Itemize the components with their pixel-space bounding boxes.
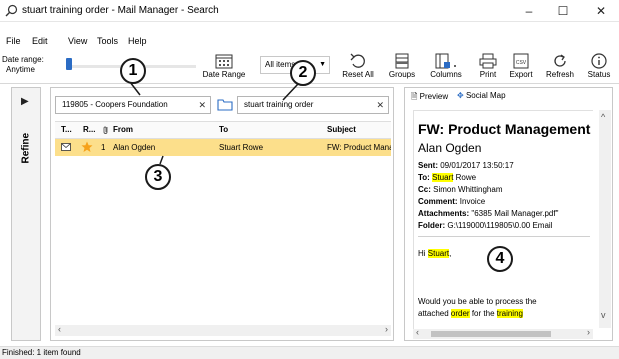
callout-pointers <box>129 81 299 165</box>
callout-3: 3 <box>145 164 171 190</box>
callout-2: 2 <box>290 60 316 86</box>
callout-1: 1 <box>120 58 146 84</box>
callout-4: 4 <box>487 246 513 272</box>
